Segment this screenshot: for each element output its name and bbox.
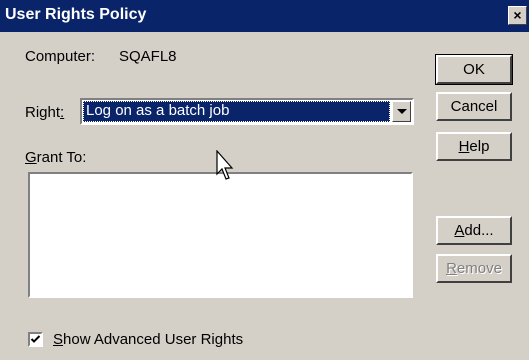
window-title: User Rights Policy bbox=[5, 6, 147, 23]
close-icon: × bbox=[513, 7, 522, 23]
right-selected-value: Log on as a batch job bbox=[83, 101, 390, 122]
close-button[interactable]: × bbox=[508, 6, 527, 25]
grant-to-listbox[interactable] bbox=[28, 172, 413, 298]
title-bar[interactable]: User Rights Policy × bbox=[0, 0, 529, 32]
show-advanced-checkbox[interactable] bbox=[28, 332, 43, 347]
right-combobox[interactable]: Log on as a batch job bbox=[80, 98, 414, 125]
cancel-button[interactable]: Cancel bbox=[436, 92, 512, 121]
add-button[interactable]: Add... bbox=[436, 216, 512, 245]
computer-name: SQAFL8 bbox=[119, 48, 177, 65]
computer-label: Computer: bbox=[25, 48, 96, 65]
grant-to-label: Grant To: bbox=[25, 149, 87, 166]
checkmark-icon bbox=[30, 335, 41, 343]
right-label: Right: bbox=[25, 104, 65, 121]
show-advanced-label[interactable]: Show Advanced User Rights bbox=[53, 331, 243, 348]
dropdown-arrow-button[interactable] bbox=[392, 101, 411, 122]
ok-button[interactable]: OK bbox=[435, 54, 513, 85]
mouse-cursor-icon bbox=[216, 150, 234, 180]
help-button[interactable]: Help bbox=[436, 132, 512, 161]
remove-button: Remove bbox=[436, 254, 512, 283]
